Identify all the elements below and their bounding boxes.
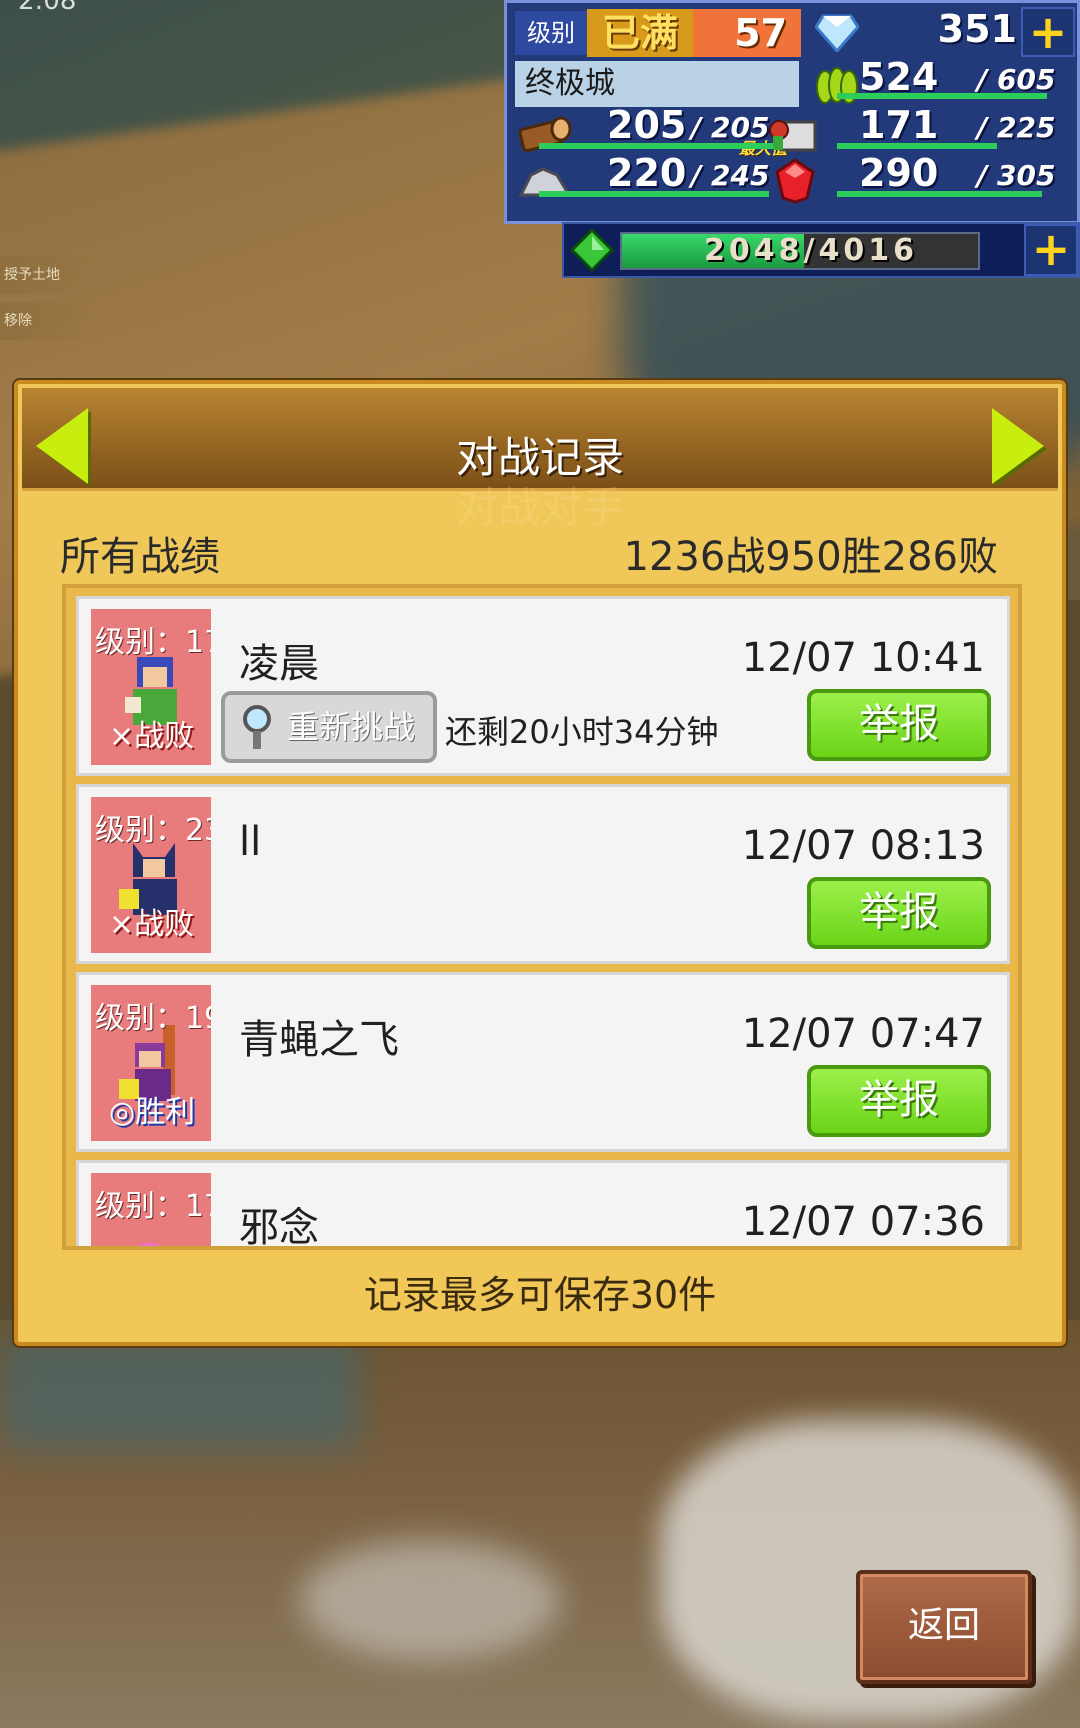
player-level: 57 (693, 9, 801, 57)
grain-bar (837, 93, 1047, 99)
gems-count: 351 (937, 7, 1017, 51)
city-name: 终极城 (515, 61, 799, 107)
magnifier-icon (243, 705, 271, 749)
experience-track: 2048/4016 (620, 232, 980, 270)
battle-record-row: 级别：19 ◎胜利 青蝇之飞 12/07 07:47 举报 (76, 972, 1010, 1152)
battle-date: 12/07 10:41 (741, 635, 985, 681)
opponent-avatar: 级别：17 (91, 1173, 211, 1246)
battle-result: ◎胜利 (109, 1095, 196, 1130)
report-button[interactable]: 举报 (807, 689, 991, 761)
battle-record-row: 级别：17 邪念 12/07 07:36 (76, 1160, 1010, 1250)
food-bar (837, 143, 997, 149)
ore-bar (539, 191, 769, 197)
battle-record-list[interactable]: 级别：17 ×战败 凌晨 12/07 10:41 重新挑战 还剩20小时34分钟… (62, 584, 1022, 1250)
grain-icon (807, 63, 867, 107)
rechallenge-time-remaining: 还剩20小时34分钟 (445, 713, 719, 751)
opponent-name: 青蝇之飞 (239, 1017, 399, 1063)
next-page-arrow-icon[interactable] (992, 408, 1044, 484)
opponent-avatar: 级别：17 ×战败 (91, 609, 211, 765)
experience-text: 2048/4016 (704, 233, 918, 268)
ore-max: / 245 (691, 159, 770, 192)
opponent-level: 级别：17 (95, 625, 211, 660)
battle-date: 12/07 07:47 (741, 1011, 985, 1057)
report-button[interactable]: 举报 (807, 1065, 991, 1137)
wood-bar (539, 143, 789, 149)
food-value: 171 (859, 103, 939, 147)
wood-value: 205 (607, 103, 687, 147)
resource-hud: 级别 已满 57 351 + 终极城 524 / 605 205 / 205 最… (504, 0, 1080, 224)
battle-date: 12/07 08:13 (741, 823, 985, 869)
experience-bar: 2048/4016 + (562, 222, 1080, 278)
ruby-icon (765, 158, 825, 204)
opponent-name: ll (239, 819, 262, 865)
battle-date: 12/07 07:36 (741, 1199, 985, 1245)
report-button[interactable]: 举报 (807, 877, 991, 949)
opponent-level: 级别：17 (95, 1189, 211, 1224)
exp-plus-button[interactable]: + (1024, 224, 1078, 276)
diamond-icon (807, 11, 867, 55)
food-icon (765, 111, 825, 155)
ruby-value: 290 (859, 151, 939, 195)
ore-value: 220 (607, 151, 687, 195)
battle-record-row: 级别：23 ×战败 ll 12/07 08:13 举报 (76, 784, 1010, 964)
battle-result: ×战败 (109, 907, 195, 942)
level-max-badge: 已满 (587, 9, 693, 57)
summary-label: 所有战绩 (60, 534, 220, 580)
grain-max: / 605 (977, 63, 1056, 96)
back-button[interactable]: 返回 (856, 1570, 1032, 1684)
buy-gems-plus-button[interactable]: + (1021, 7, 1075, 57)
opponent-avatar: 级别：23 ×战败 (91, 797, 211, 953)
summary-value: 1236战950胜286败 (623, 534, 999, 580)
opponent-avatar: 级别：19 ◎胜利 (91, 985, 211, 1141)
green-gem-icon (569, 227, 615, 276)
record-limit-note: 记录最多可保存30件 (363, 1273, 717, 1317)
rechallenge-button[interactable]: 重新挑战 (221, 691, 437, 763)
opponent-name: 邪念 (239, 1205, 319, 1250)
food-max: / 225 (977, 111, 1056, 144)
battle-record-panel: 对战记录 对战对手 所有战绩 1236战950胜286败 级别：17 ×战败 凌… (14, 380, 1066, 1346)
side-menu-remove[interactable]: 移除 (0, 302, 94, 340)
opponent-name: 凌晨 (239, 641, 319, 687)
side-menu-grant-land[interactable]: 授予土地 (0, 256, 94, 294)
opponent-level: 级别：23 (95, 813, 211, 848)
battle-result: ×战败 (109, 719, 195, 754)
battle-record-row: 级别：17 ×战败 凌晨 12/07 10:41 重新挑战 还剩20小时34分钟… (76, 596, 1010, 776)
ruby-max: / 305 (977, 159, 1056, 192)
ruby-bar (837, 191, 1042, 197)
status-time: 2:08 (18, 0, 77, 16)
opponent-level: 级别：19 (95, 1001, 211, 1036)
level-label: 级别 (515, 11, 587, 55)
